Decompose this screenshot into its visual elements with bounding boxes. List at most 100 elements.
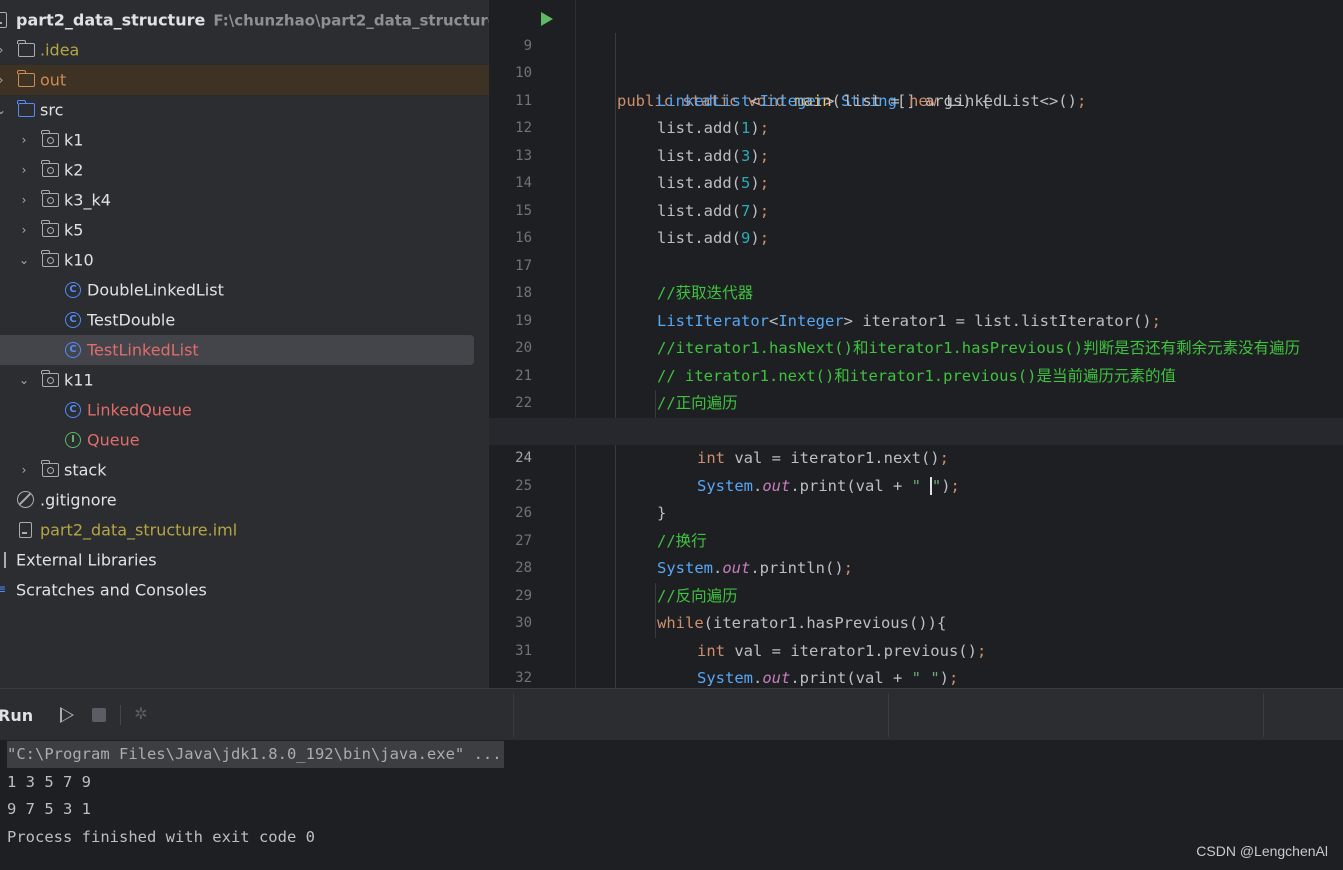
code-editor[interactable]: 9 public static void main(String[] args)…	[489, 0, 1343, 688]
tree-item-out[interactable]: › out	[0, 65, 489, 95]
package-icon	[41, 370, 59, 387]
tree-item-label: k11	[64, 370, 94, 390]
tree-item-linkedqueue[interactable]: C LinkedQueue	[0, 395, 489, 425]
console-output-line: Process finished with exit code 0	[7, 828, 315, 846]
tree-item-gitignore[interactable]: .gitignore	[0, 485, 489, 515]
code-line: 32 }	[515, 670, 532, 686]
folder-icon	[17, 70, 35, 87]
tree-item-label: TestLinkedList	[87, 340, 199, 360]
chevron-right-icon[interactable]: ›	[17, 193, 31, 207]
run-toolbar: Run ✲	[0, 688, 1343, 740]
run-gutter-icon[interactable]	[541, 12, 553, 26]
chevron-right-icon[interactable]: ›	[17, 163, 31, 177]
code-line: 19 //iterator1.hasNext()和iterator1.hasPr…	[515, 312, 1301, 358]
run-console[interactable]: "C:\Program Files\Java\jdk1.8.0_192\bin\…	[0, 740, 1343, 870]
code-line: 21 //正向遍历	[515, 367, 738, 413]
tree-item-label: k5	[64, 220, 84, 240]
tree-item-queue[interactable]: I Queue	[0, 425, 489, 455]
tree-item-label: Queue	[87, 430, 140, 450]
chevron-down-icon[interactable]: ⌄	[17, 373, 31, 387]
tree-item-label: k3_k4	[64, 190, 111, 210]
tree-item-label: .idea	[40, 40, 80, 60]
code-line: 28 //反向遍历	[515, 560, 738, 605]
tree-item-label: .gitignore	[40, 490, 117, 510]
tree-item-src[interactable]: ⌄ src	[0, 95, 489, 125]
code-line: 31 System.out.print(val + " ");	[515, 642, 959, 688]
watermark: CSDN @LengchenAl	[1196, 843, 1328, 859]
tree-root-path: F:\chunzhao\part2_data_structure	[213, 11, 489, 30]
code-line: 27 System.out.println();	[515, 532, 854, 578]
package-icon	[41, 250, 59, 267]
tree-item-external-libraries[interactable]: External Libraries	[0, 545, 489, 575]
code-line: 15 list.add(9);	[515, 202, 770, 248]
chevron-right-icon[interactable]: ›	[17, 223, 31, 237]
stop-icon[interactable]	[92, 708, 106, 722]
chevron-right-icon[interactable]: ›	[0, 73, 8, 87]
ignore-file-icon	[17, 491, 34, 508]
tree-item-k2[interactable]: › k2	[0, 155, 489, 185]
tree-item-label: stack	[64, 460, 107, 480]
package-icon	[41, 160, 59, 177]
code-line: 11 list.add(1);	[515, 92, 770, 138]
folder-icon	[17, 40, 35, 57]
code-line: 33 }	[489, 665, 1343, 688]
code-line: 10 LinkedList<Integer> list = new Linked…	[515, 65, 1087, 110]
tree-item-label: k2	[64, 160, 84, 180]
code-line: 20 // iterator1.next()和iterator1.previou…	[515, 340, 1176, 385]
code-line: 13 list.add(5);	[515, 147, 770, 193]
code-line: 12 list.add(3);	[515, 120, 770, 165]
package-icon	[41, 460, 59, 477]
tree-item-label: k1	[64, 130, 84, 150]
code-line-current: 24 System.out.print(val + " ");	[489, 417, 1343, 495]
tree-item-testlinkedlist[interactable]: C TestLinkedList	[0, 335, 489, 365]
code-line: 30 int val = iterator1.previous();	[515, 615, 987, 660]
chevron-right-icon[interactable]: ›	[17, 463, 31, 477]
code-line: 25 }	[515, 477, 667, 523]
rerun-icon[interactable]	[60, 707, 74, 723]
tree-item-label: src	[40, 100, 64, 120]
console-output-line: 1 3 5 7 9	[7, 773, 91, 791]
tree-root-name: part2_data_structure	[16, 10, 206, 30]
tree-item-iml[interactable]: part2_data_structure.iml	[0, 515, 489, 545]
tree-item-doublelinkedlist[interactable]: C DoubleLinkedList	[0, 275, 489, 305]
code-line: 18 ListIterator<Integer> iterator1 = lis…	[515, 285, 1161, 330]
code-line: 9 public static void main(String[] args)…	[489, 5, 1343, 110]
code-line: 23 int val = iterator1.next();	[515, 423, 949, 468]
code-line: 22 while(iterator1.hasNext()){	[515, 395, 909, 440]
tree-item-k1[interactable]: › k1	[0, 125, 489, 155]
chevron-right-icon[interactable]: ›	[0, 43, 8, 57]
tree-item-label: TestDouble	[87, 310, 176, 330]
tree-item-label: out	[40, 70, 67, 90]
tree-root[interactable]: part2_data_structure F:\chunzhao\part2_da…	[0, 5, 489, 35]
class-icon: C	[65, 312, 81, 328]
package-icon	[41, 190, 59, 207]
module-icon	[0, 12, 7, 28]
code-line: 14 list.add(7);	[515, 175, 770, 220]
debug-icon[interactable]: ✲	[132, 705, 150, 723]
chevron-down-icon[interactable]: ⌄	[0, 103, 8, 117]
console-command-line[interactable]: "C:\Program Files\Java\jdk1.8.0_192\bin\…	[7, 741, 504, 768]
tree-item-label: k10	[64, 250, 94, 270]
source-folder-icon	[17, 100, 35, 117]
run-panel-title[interactable]: Run	[0, 706, 33, 725]
package-icon	[41, 130, 59, 147]
tree-item-idea[interactable]: › .idea	[0, 35, 489, 65]
chevron-down-icon[interactable]: ⌄	[17, 253, 31, 267]
tree-item-stack[interactable]: › stack	[0, 455, 489, 485]
tree-item-label: Scratches and Consoles	[16, 580, 207, 600]
tree-item-label: part2_data_structure.iml	[40, 520, 238, 540]
code-line: 26 //换行	[515, 505, 707, 550]
code-line: 29 while(iterator1.hasPrevious()){	[515, 587, 947, 633]
tree-item-label: External Libraries	[16, 550, 157, 570]
interface-icon: I	[65, 432, 81, 448]
tree-item-k11[interactable]: ⌄ k11	[0, 365, 489, 395]
class-icon: C	[65, 342, 81, 358]
console-output-line: 9 7 5 3 1	[7, 800, 91, 818]
tree-item-k5[interactable]: › k5	[0, 215, 489, 245]
tree-item-scratches[interactable]: ≡ Scratches and Consoles	[0, 575, 489, 605]
tree-item-testdouble[interactable]: C TestDouble	[0, 305, 489, 335]
tree-item-k10[interactable]: ⌄ k10	[0, 245, 489, 275]
tree-item-k3-k4[interactable]: › k3_k4	[0, 185, 489, 215]
tree-item-label: DoubleLinkedList	[87, 280, 224, 300]
chevron-right-icon[interactable]: ›	[17, 133, 31, 147]
